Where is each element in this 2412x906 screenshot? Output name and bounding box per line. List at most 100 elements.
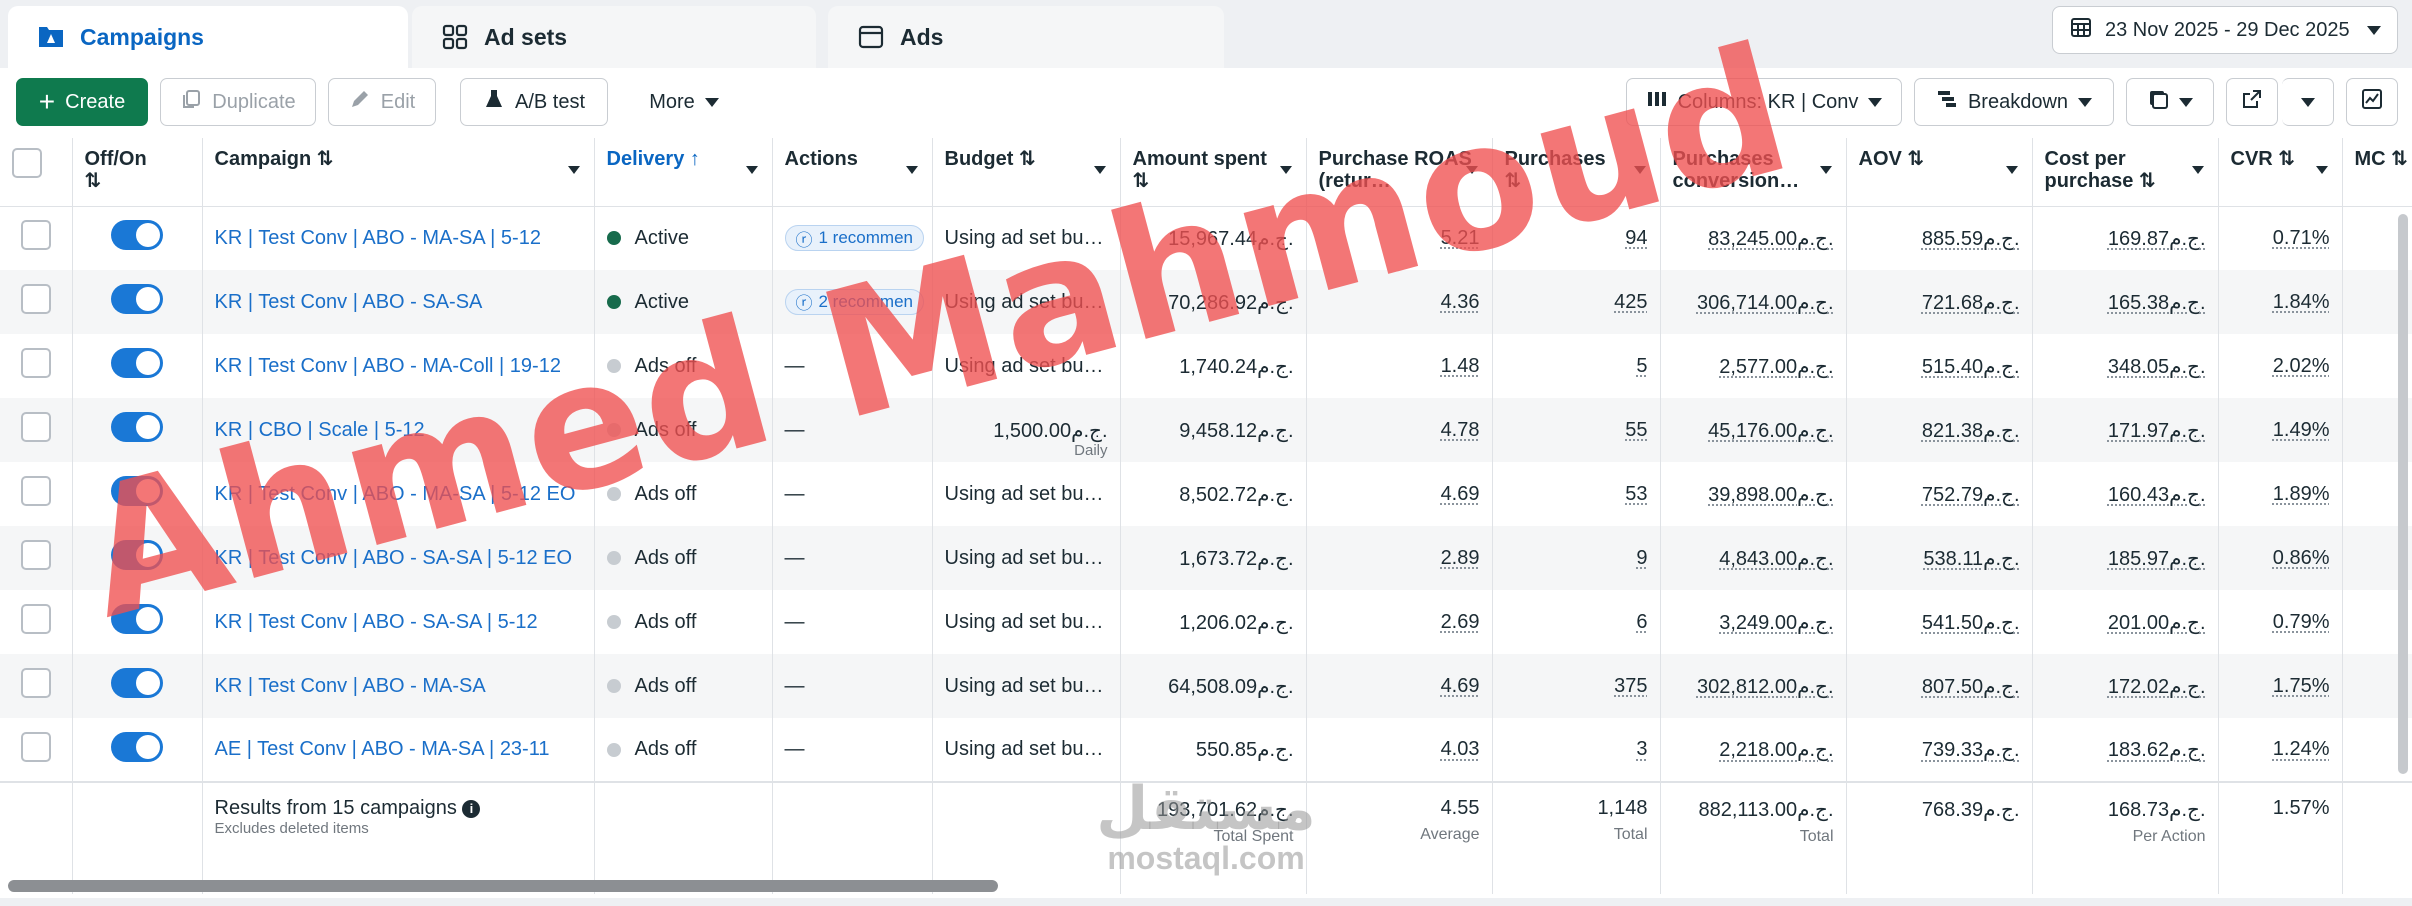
campaign-link[interactable]: KR | Test Conv | ABO - SA-SA [215, 291, 483, 313]
table-row[interactable]: KR | Test Conv | ABO - SA-SA Active ⓡ 2 rec… [0, 270, 2412, 334]
tab-campaigns[interactable]: Campaigns [8, 6, 408, 68]
conversion-value[interactable]: 45,176.00ج.م. [1708, 420, 1833, 442]
conversion-value[interactable]: 3,249.00ج.م. [1719, 612, 1833, 634]
conversion-value[interactable]: 2,577.00ج.م. [1719, 356, 1833, 378]
chart-button[interactable] [2346, 78, 2398, 126]
campaign-link[interactable]: KR | CBO | Scale | 5-12 [215, 419, 425, 441]
toggle-cell[interactable] [72, 206, 203, 270]
vertical-scrollbar[interactable] [2398, 214, 2408, 774]
toggle-cell[interactable] [72, 718, 203, 782]
horizontal-scrollbar[interactable] [8, 880, 998, 892]
chevron-down-icon[interactable] [905, 166, 918, 174]
purchases-value[interactable]: 5 [1636, 355, 1647, 377]
header-delivery[interactable]: Delivery ↑ [594, 138, 773, 207]
header-aov[interactable]: AOV ⇅ [1846, 138, 2033, 207]
toggle-cell[interactable] [72, 590, 203, 654]
table-row[interactable]: KR | Test Conv | ABO - MA-SA | 5-12 EO Ad… [0, 462, 2412, 526]
header-offon[interactable]: Off/On ⇅ [72, 138, 203, 207]
campaign-link[interactable]: KR | Test Conv | ABO - SA-SA | 5-12 [215, 611, 538, 633]
table-row[interactable]: KR | Test Conv | ABO - MA-Coll | 19-12 Ad… [0, 334, 2412, 398]
header-cost-per-purchase[interactable]: Cost per purchase ⇅ [2032, 138, 2219, 207]
aov-value[interactable]: 752.79ج.م. [1922, 484, 2020, 506]
campaign-toggle[interactable] [111, 412, 163, 442]
campaign-toggle[interactable] [111, 220, 163, 251]
campaign-toggle[interactable] [111, 604, 163, 634]
campaign-link[interactable]: KR | Test Conv | ABO - MA-Coll | 19-12 [215, 355, 561, 377]
toggle-cell[interactable] [72, 462, 203, 526]
purchases-value[interactable]: 425 [1614, 291, 1647, 313]
campaign-toggle[interactable] [111, 284, 163, 314]
export-button[interactable] [2226, 78, 2278, 126]
campaign-link[interactable]: AE | Test Conv | ABO - MA-SA | 23-11 [215, 738, 550, 760]
tab-ad-sets[interactable]: Ad sets [412, 6, 816, 68]
chevron-down-icon[interactable] [1819, 166, 1832, 174]
more-button[interactable]: More [624, 78, 744, 126]
select-all-checkbox[interactable] [12, 148, 42, 178]
roas-value[interactable]: 4.36 [1441, 291, 1480, 313]
table-row[interactable]: KR | Test Conv | ABO - SA-SA | 5-12 Ads o… [0, 590, 2412, 654]
header-mc[interactable]: MC ⇅ [2342, 138, 2412, 207]
conversion-value[interactable]: 2,218.00ج.م. [1719, 739, 1833, 761]
conversion-value[interactable]: 306,714.00ج.م. [1697, 292, 1834, 314]
campaign-name-cell[interactable]: KR | Test Conv | ABO - SA-SA | 5-12 EO [202, 526, 595, 590]
reports-button[interactable] [2126, 78, 2214, 126]
roas-value[interactable]: 2.69 [1441, 611, 1480, 633]
campaign-name-cell[interactable]: KR | Test Conv | ABO - SA-SA | 5-12 [202, 590, 595, 654]
cost-per-purchase-value[interactable]: 171.97ج.م. [2108, 420, 2206, 442]
cvr-value[interactable]: 1.89% [2273, 483, 2330, 505]
header-budget[interactable]: Budget ⇅ [932, 138, 1121, 207]
chevron-down-icon[interactable] [2315, 166, 2328, 174]
cvr-value[interactable]: 1.24% [2273, 738, 2330, 760]
columns-button[interactable]: Columns: KR | Conv [1626, 78, 1902, 126]
export-menu-button[interactable] [2282, 78, 2334, 126]
row-checkbox[interactable] [20, 604, 51, 634]
row-select-cell[interactable] [0, 398, 73, 462]
row-select-cell[interactable] [0, 590, 73, 654]
campaign-name-cell[interactable]: KR | Test Conv | ABO - SA-SA [202, 270, 595, 334]
date-range-picker[interactable]: 23 Nov 2025 - 29 Dec 2025 [2052, 6, 2398, 54]
row-checkbox[interactable] [20, 284, 51, 314]
campaign-toggle[interactable] [111, 540, 163, 570]
chevron-down-icon[interactable] [745, 166, 758, 174]
header-actions[interactable]: Actions [772, 138, 933, 207]
cvr-value[interactable]: 2.02% [2273, 355, 2330, 377]
purchases-value[interactable]: 3 [1636, 738, 1647, 760]
purchases-value[interactable]: 55 [1625, 419, 1647, 441]
chevron-down-icon[interactable] [1093, 166, 1106, 174]
breakdown-button[interactable]: Breakdown [1914, 78, 2114, 126]
row-select-cell[interactable] [0, 270, 73, 334]
cvr-value[interactable]: 0.86% [2273, 547, 2330, 569]
roas-value[interactable]: 4.78 [1441, 419, 1480, 441]
row-checkbox[interactable] [20, 220, 51, 251]
campaign-link[interactable]: KR | Test Conv | ABO - SA-SA | 5-12 EO [215, 547, 573, 569]
cost-per-purchase-value[interactable]: 183.62ج.م. [2108, 739, 2206, 761]
aov-value[interactable]: 807.50ج.م. [1922, 676, 2020, 698]
aov-value[interactable]: 885.59ج.م. [1922, 228, 2020, 250]
campaign-toggle[interactable] [111, 668, 163, 698]
header-purchases[interactable]: Purchases ⇅ [1492, 138, 1661, 207]
recommendation-badge[interactable]: ⓡ 1 recommen [784, 225, 924, 251]
table-row[interactable]: KR | Test Conv | ABO - SA-SA | 5-12 EO Ad… [0, 526, 2412, 590]
cvr-value[interactable]: 1.84% [2273, 291, 2330, 313]
row-checkbox[interactable] [20, 412, 51, 442]
info-icon[interactable]: i [462, 799, 481, 818]
purchases-value[interactable]: 53 [1625, 483, 1647, 505]
row-checkbox[interactable] [20, 668, 51, 698]
header-campaign[interactable]: Campaign ⇅ [202, 138, 595, 207]
header-amount-spent[interactable]: Amount spent ⇅ [1120, 138, 1307, 207]
campaign-link[interactable]: KR | Test Conv | ABO - MA-SA [215, 675, 486, 697]
aov-value[interactable]: 541.50ج.م. [1922, 612, 2020, 634]
chevron-down-icon[interactable] [2005, 166, 2018, 174]
campaign-name-cell[interactable]: KR | CBO | Scale | 5-12 [202, 398, 595, 462]
purchases-value[interactable]: 6 [1636, 611, 1647, 633]
tab-ads[interactable]: Ads [828, 6, 1224, 68]
table-row[interactable]: KR | Test Conv | ABO - MA-SA Ads off — Usin… [0, 654, 2412, 718]
duplicate-button[interactable]: Duplicate [160, 78, 316, 126]
cost-per-purchase-value[interactable]: 201.00ج.م. [2108, 612, 2206, 634]
header-conversion-value[interactable]: Purchases conversion… [1660, 138, 1847, 207]
campaign-name-cell[interactable]: KR | Test Conv | ABO - MA-SA | 5-12 [202, 206, 595, 270]
ab-test-button[interactable]: A/B test [460, 78, 608, 126]
purchases-value[interactable]: 9 [1636, 547, 1647, 569]
roas-value[interactable]: 4.69 [1441, 675, 1480, 697]
header-roas[interactable]: Purchase ROAS (retur… [1306, 138, 1493, 207]
